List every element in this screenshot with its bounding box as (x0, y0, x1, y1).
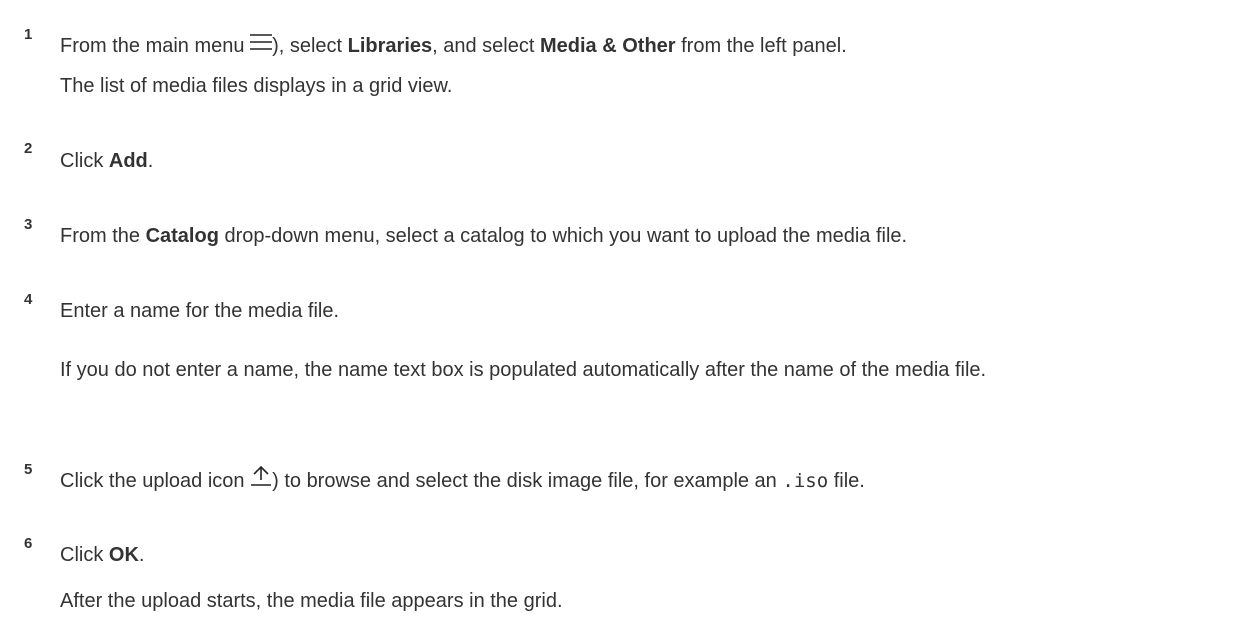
catalog-label: Catalog (145, 225, 219, 247)
step-note: If you do not enter a name, the name tex… (60, 359, 987, 381)
upload-icon (250, 463, 272, 499)
iso-extension: .iso (782, 470, 829, 492)
step-result: The list of media files displays in a gr… (60, 75, 453, 97)
step-instruction: Click the upload icon ) to browse and se… (60, 463, 1240, 499)
libraries-label: Libraries (347, 35, 433, 57)
step-number: 1 (24, 26, 33, 43)
step-instruction: From the main menu ), select Libraries, … (60, 28, 1240, 64)
step-number: 5 (24, 461, 33, 478)
ok-label: OK (108, 544, 139, 566)
step-instruction: Click Add. (60, 150, 154, 172)
step-instruction: From the Catalog drop-down menu, select … (60, 225, 908, 247)
step-instruction: Click OK. (60, 544, 145, 566)
step-result: After the upload starts, the media file … (60, 590, 563, 612)
step-number: 4 (24, 291, 33, 308)
add-label: Add (108, 150, 148, 172)
step-number: 2 (24, 140, 33, 157)
step-instruction: Enter a name for the media file. (60, 300, 340, 322)
media-other-label: Media & Other (539, 35, 676, 57)
step-number: 6 (24, 535, 33, 552)
step-number: 3 (24, 216, 33, 233)
hamburger-menu-icon (250, 28, 273, 64)
